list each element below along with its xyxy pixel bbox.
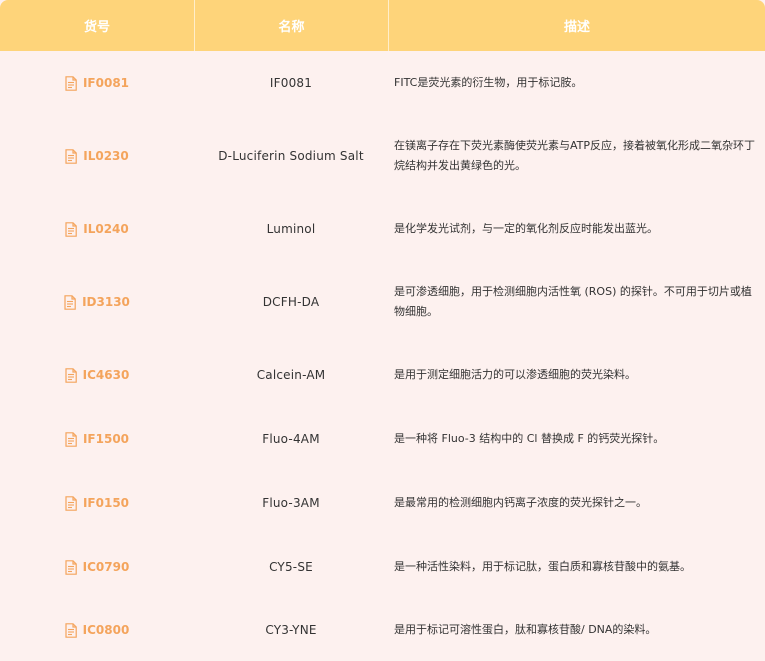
table-body: IF0081 IF0081 FITC是荧光素的衍生物，用于标记胺。 IL0230 D-L… xyxy=(0,51,765,661)
document-icon xyxy=(65,495,77,511)
product-code: IC4630 xyxy=(82,368,130,382)
product-name: Fluo-3AM xyxy=(262,496,320,510)
product-code: IC0800 xyxy=(82,623,130,637)
cell-code: IF0081 xyxy=(0,51,194,115)
document-icon xyxy=(65,221,78,237)
table-row: IL0240 Luminol 是化学发光试剂，与一定的氧化剂反应时能发出蓝光。 xyxy=(0,197,765,261)
product-table: 货号 名称 描述 IF0081 IF0081 FITC是荧光素的衍生物，用于标记胺。… xyxy=(0,0,765,651)
cell-code: IC0800 xyxy=(0,599,194,661)
product-code: IC0790 xyxy=(82,560,130,574)
product-code: IL0230 xyxy=(83,149,129,163)
product-code-link[interactable]: IL0240 xyxy=(65,221,129,237)
product-description: FITC是荧光素的衍生物，用于标记胺。 xyxy=(394,76,583,89)
cell-code: IF1500 xyxy=(0,407,194,471)
product-name: DCFH-DA xyxy=(262,295,320,309)
product-description: 在镁离子存在下荧光素酶使荧光素与ATP反应，接着被氧化形成二氧杂环丁烷结构并发出… xyxy=(394,139,756,172)
product-name: CY3-YNE xyxy=(265,623,317,637)
table-row: IC0790 CY5-SE 是一种活性染料，用于标记肽，蛋白质和寡核苷酸中的氨基。 xyxy=(0,535,765,599)
product-code-link[interactable]: IC4630 xyxy=(65,367,130,383)
column-header-code: 货号 xyxy=(83,20,110,35)
product-name: D-Luciferin Sodium Salt xyxy=(218,149,364,163)
product-description: 是可渗透细胞，用于检测细胞内活性氧 (ROS) 的探针。不可用于切片或植物细胞。 xyxy=(394,285,752,318)
table-row: IF0081 IF0081 FITC是荧光素的衍生物，用于标记胺。 xyxy=(0,51,765,115)
product-code: ID3130 xyxy=(82,295,130,309)
product-code: IL0240 xyxy=(83,222,129,236)
table-row: ID3130 DCFH-DA 是可渗透细胞，用于检测细胞内活性氧 (ROS) 的探针… xyxy=(0,261,765,343)
document-icon xyxy=(65,367,77,383)
table-row: IF0150 Fluo-3AM 是最常用的检测细胞内钙离子浓度的荧光探针之一。 xyxy=(0,471,765,535)
product-name: CY5-SE xyxy=(269,560,313,574)
product-description: 是一种活性染料，用于标记肽，蛋白质和寡核苷酸中的氨基。 xyxy=(394,560,691,573)
product-code: IF0081 xyxy=(82,76,130,90)
document-icon xyxy=(64,294,76,310)
document-icon xyxy=(65,622,77,638)
product-name: Luminol xyxy=(266,222,316,236)
product-code-link[interactable]: IC0800 xyxy=(65,622,130,638)
product-code-link[interactable]: IF1500 xyxy=(65,431,130,447)
product-description: 是一种将 Fluo-3 结构中的 Cl 替换成 F 的钙荧光探针。 xyxy=(394,432,665,445)
cell-code: IF0150 xyxy=(0,471,194,535)
cell-code: IC0790 xyxy=(0,535,194,599)
table-header: 货号 名称 描述 xyxy=(0,0,765,51)
column-header-name: 名称 xyxy=(194,0,388,51)
document-icon xyxy=(65,75,77,91)
product-name: IF0081 xyxy=(269,76,313,90)
product-code-link[interactable]: ID3130 xyxy=(64,294,130,310)
product-code: IF1500 xyxy=(82,432,130,446)
product-code-link[interactable]: IC0790 xyxy=(65,559,130,575)
table-row: IC4630 Calcein-AM 是用于测定细胞活力的可以渗透细胞的荧光染料。 xyxy=(0,343,765,407)
document-icon xyxy=(65,148,78,164)
cell-code: IC4630 xyxy=(0,343,194,407)
table-row: IC0800 CY3-YNE 是用于标记可溶性蛋白，肽和寡核苷酸/ DNA的染料。 xyxy=(0,599,765,661)
product-description: 是用于标记可溶性蛋白，肽和寡核苷酸/ DNA的染料。 xyxy=(394,623,657,636)
product-name: Fluo-4AM xyxy=(262,432,320,446)
table-row: IL0230 D-Luciferin Sodium Salt 在镁离子存在下荧光素酶… xyxy=(0,115,765,197)
product-description: 是用于测定细胞活力的可以渗透细胞的荧光染料。 xyxy=(394,368,636,381)
column-header-description: 描述 xyxy=(388,0,765,51)
cell-code: IL0230 xyxy=(0,115,194,197)
product-code-link[interactable]: IL0230 xyxy=(65,148,129,164)
product-code: IF0150 xyxy=(82,496,130,510)
product-code-link[interactable]: IF0150 xyxy=(65,495,130,511)
document-icon xyxy=(65,559,77,575)
table-row: IF1500 Fluo-4AM 是一种将 Fluo-3 结构中的 Cl 替换成 F … xyxy=(0,407,765,471)
cell-code: IL0240 xyxy=(0,197,194,261)
product-name: Calcein-AM xyxy=(256,368,326,382)
product-description: 是最常用的检测细胞内钙离子浓度的荧光探针之一。 xyxy=(394,496,647,509)
product-description: 是化学发光试剂，与一定的氧化剂反应时能发出蓝光。 xyxy=(394,222,658,235)
cell-code: ID3130 xyxy=(0,261,194,343)
document-icon xyxy=(65,431,77,447)
product-code-link[interactable]: IF0081 xyxy=(65,75,130,91)
